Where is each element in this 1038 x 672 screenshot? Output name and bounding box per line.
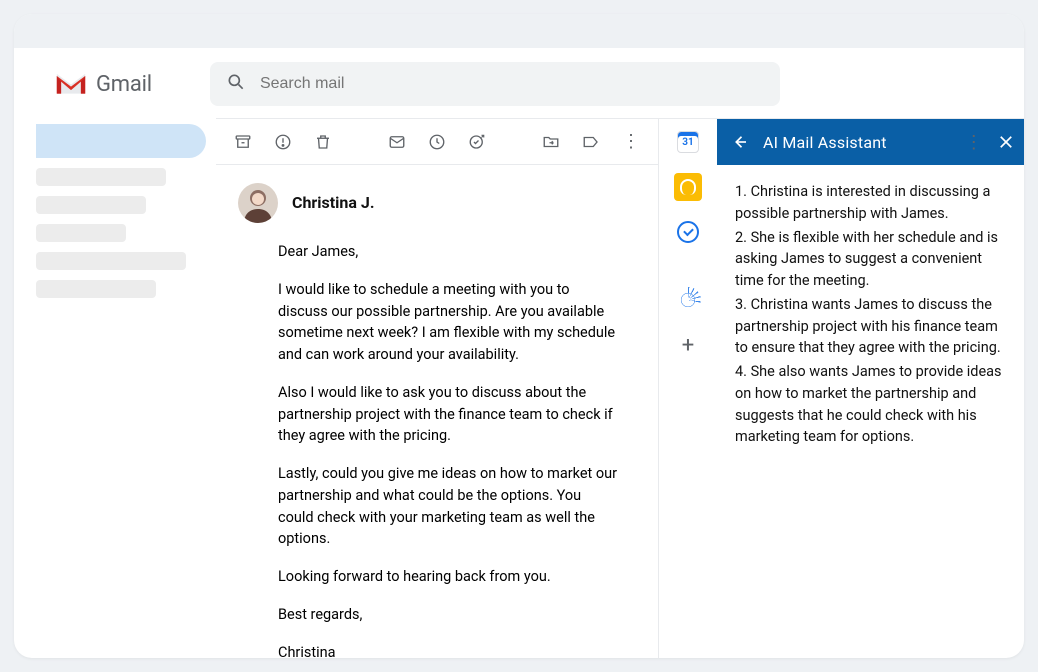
sender-row: Christina J. (238, 183, 636, 223)
search-input[interactable] (260, 75, 764, 93)
back-icon[interactable] (731, 133, 749, 151)
content: ⋮ Christina J. Dear James, I would like … (216, 118, 1024, 658)
mail-toolbar: ⋮ (216, 119, 658, 165)
archive-icon[interactable] (234, 133, 252, 151)
contacts-icon[interactable] (676, 263, 700, 267)
report-spam-icon[interactable] (274, 133, 292, 151)
header: Gmail (14, 48, 1024, 118)
email-paragraph: Lastly, could you give me ideas on how t… (278, 463, 618, 550)
email-paragraph: Looking forward to hearing back from you… (278, 566, 618, 588)
assistant-more-icon[interactable]: ⋮ (965, 132, 983, 153)
assistant-panel: AI Mail Assistant ⋮ 1. Christina is inte… (717, 119, 1024, 658)
email-signature: Christina (278, 642, 618, 659)
email-paragraph: Also I would like to ask you to discuss … (278, 382, 618, 447)
sidebar-item[interactable] (36, 252, 186, 270)
side-rail: 31 + (659, 119, 717, 658)
snooze-icon[interactable] (428, 133, 446, 151)
sidebar-item-primary[interactable] (36, 124, 206, 158)
tasks-icon[interactable] (677, 221, 699, 243)
mail-column: ⋮ Christina J. Dear James, I would like … (216, 119, 659, 658)
window-topband (14, 14, 1024, 48)
calendar-icon[interactable]: 31 (677, 131, 699, 153)
main: ⋮ Christina J. Dear James, I would like … (14, 118, 1024, 658)
summary-line: 2. She is flexible with her schedule and… (735, 227, 1011, 292)
assistant-summary: 1. Christina is interested in discussing… (717, 165, 1024, 466)
more-icon[interactable]: ⋮ (622, 133, 640, 151)
summary-line: 1. Christina is interested in discussing… (735, 181, 1011, 225)
delete-icon[interactable] (314, 133, 332, 151)
avatar[interactable] (238, 183, 278, 223)
sidebar (14, 118, 216, 658)
keep-icon[interactable] (674, 173, 702, 201)
gmail-logo[interactable]: Gmail (54, 71, 152, 97)
search-bar[interactable] (210, 62, 780, 106)
app-frame: Gmail (14, 14, 1024, 658)
gmail-text: Gmail (96, 72, 152, 97)
summary-line: 4. She also wants James to provide ideas… (735, 361, 1011, 448)
labels-icon[interactable] (582, 133, 600, 151)
summary-line: 3. Christina wants James to discuss the … (735, 294, 1011, 359)
sidebar-item[interactable] (36, 196, 146, 214)
sidebar-item[interactable] (36, 280, 156, 298)
sidebar-item[interactable] (36, 168, 166, 186)
sender-name: Christina J. (292, 191, 374, 215)
search-icon (226, 72, 246, 96)
add-addon-icon[interactable]: + (676, 333, 700, 357)
email-closing: Best regards, (278, 604, 618, 626)
assistant-header: AI Mail Assistant ⋮ (717, 119, 1024, 165)
add-to-tasks-icon[interactable] (468, 133, 486, 151)
mark-unread-icon[interactable] (388, 133, 406, 151)
addon-icon[interactable] (675, 287, 701, 313)
move-to-icon[interactable] (542, 133, 560, 151)
mail-body: Christina J. Dear James, I would like to… (216, 165, 658, 658)
close-icon[interactable] (997, 133, 1015, 151)
email-paragraph: I would like to schedule a meeting with … (278, 279, 618, 366)
email-greeting: Dear James, (278, 241, 618, 263)
gmail-m-icon (54, 71, 88, 97)
assistant-title: AI Mail Assistant (763, 133, 887, 152)
sidebar-item[interactable] (36, 224, 126, 242)
